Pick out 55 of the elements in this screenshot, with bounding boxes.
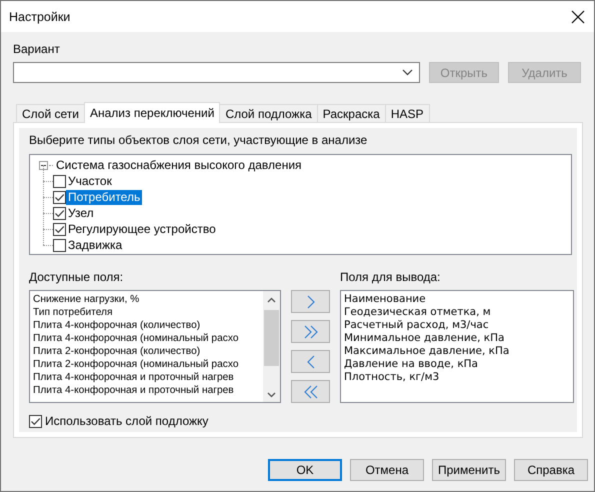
tree-item[interactable]: Система газоснабжения высокого давления xyxy=(54,158,304,173)
tab[interactable]: Анализ переключений xyxy=(84,102,220,123)
list-item[interactable]: Плита 4-конфорочная и проточный нагрев xyxy=(33,371,234,384)
scroll-up-icon[interactable] xyxy=(267,297,276,303)
list-item[interactable]: Тип потребителя xyxy=(33,306,113,319)
scrollbar[interactable] xyxy=(263,291,280,402)
tree-item[interactable]: Потребитель xyxy=(66,190,142,204)
available-fields-label: Доступные поля: xyxy=(29,270,124,284)
caret-icon[interactable] xyxy=(402,69,413,76)
tree-item[interactable]: Узел xyxy=(66,206,96,220)
checkbox[interactable] xyxy=(53,174,66,188)
variant-dropdown[interactable] xyxy=(13,62,420,83)
tab[interactable]: Слой подложка xyxy=(219,104,318,122)
list-item[interactable]: Плотность, кг/м3 xyxy=(344,371,440,384)
window-title: Настройки xyxy=(9,10,70,24)
checkbox[interactable] xyxy=(29,414,42,428)
output-fields-label: Поля для вывода: xyxy=(340,270,440,284)
list-item[interactable]: Минимальное давление, кПа xyxy=(344,332,504,345)
checkbox[interactable] xyxy=(53,238,66,252)
checkbox[interactable] xyxy=(53,190,66,204)
chevron-left-icon xyxy=(306,354,314,368)
double-chevron-left-icon xyxy=(304,384,318,398)
list-item[interactable]: Расчетный расход, м3/час xyxy=(344,319,489,332)
list-item[interactable]: Плита 4-конфорочная (номинальный расхо xyxy=(33,332,238,345)
tree-item[interactable]: Участок xyxy=(66,174,114,188)
list-item[interactable]: Плита 4-конфорочная (количество) xyxy=(33,319,200,332)
list-item[interactable]: Плита 2-конфорочная (номинальный расхо xyxy=(33,358,238,371)
list-item[interactable]: Давление на вводе, кПа xyxy=(344,358,478,371)
list-item[interactable]: Плита 2-конфорочная (количество) xyxy=(33,345,200,358)
checkbox[interactable] xyxy=(53,206,66,220)
tree-item[interactable]: Задвижка xyxy=(66,238,124,252)
tree-item[interactable]: Регулирующее устройство xyxy=(66,222,218,236)
list-item[interactable]: Наименование xyxy=(344,293,426,306)
list-item[interactable]: Геодезическая отметка, м xyxy=(344,306,491,319)
list-item[interactable]: Плита 4-конфорочная и проточный нагрев xyxy=(33,384,234,397)
variant-label: Вариант xyxy=(13,42,60,56)
instruction-text: Выберите типы объектов слоя сети, участвующие в анализе xyxy=(29,133,368,147)
dialog-button[interactable]: Отмена xyxy=(350,459,424,481)
dialog-button[interactable]: Справка xyxy=(514,459,588,481)
tab[interactable]: Слой сети xyxy=(16,104,85,122)
scroll-down-icon[interactable] xyxy=(267,392,276,398)
dialog-button[interactable]: Применить xyxy=(432,459,506,481)
checkbox[interactable] xyxy=(53,222,66,236)
move-button[interactable] xyxy=(291,380,330,403)
list-item[interactable]: Снижение нагрузки, % xyxy=(33,293,140,306)
collapse-icon[interactable] xyxy=(39,161,48,170)
dialog-button[interactable]: OK xyxy=(268,459,342,481)
chevron-right-icon xyxy=(306,294,314,308)
double-chevron-right-icon xyxy=(304,324,318,338)
list-item[interactable]: Максимальное давление, кПа xyxy=(344,345,510,358)
checkbox-label[interactable]: Использовать слой подложку xyxy=(45,414,208,428)
tab[interactable]: Раскраска xyxy=(316,104,386,122)
tab[interactable]: HASP xyxy=(384,104,430,122)
close-icon[interactable] xyxy=(571,10,585,24)
move-button[interactable] xyxy=(291,320,330,343)
